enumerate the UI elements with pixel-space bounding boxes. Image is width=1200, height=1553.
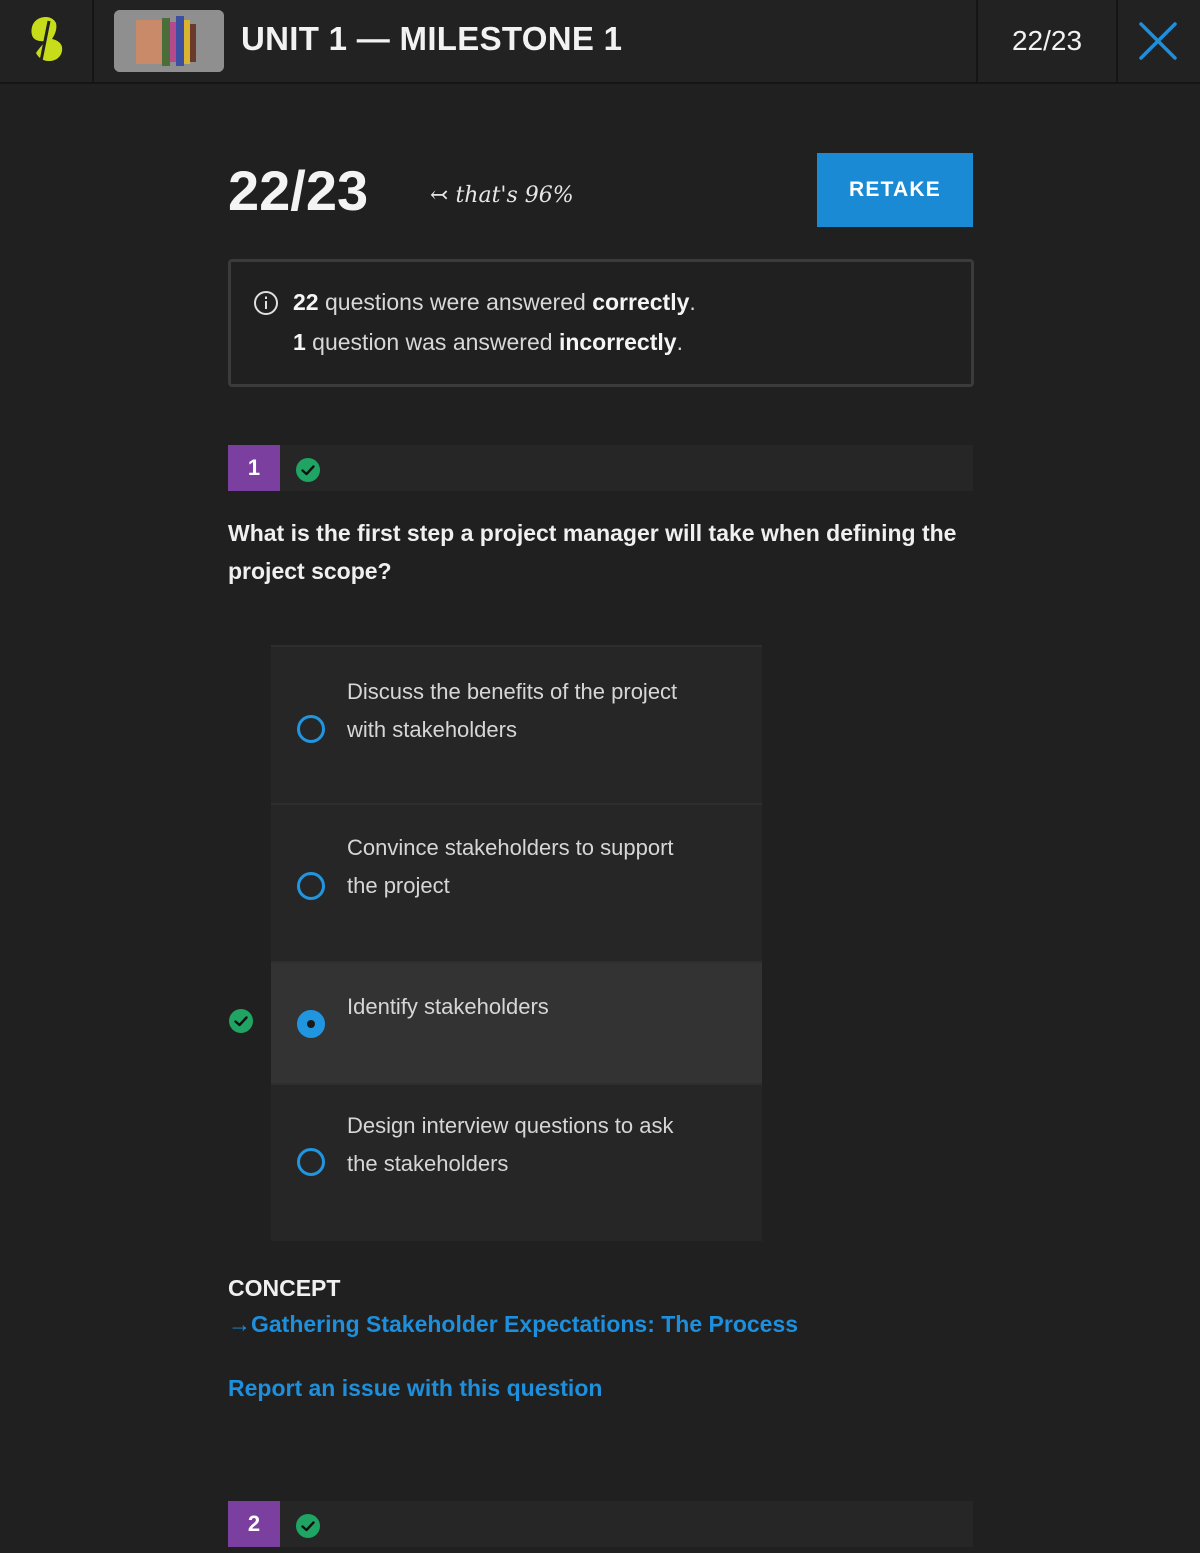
course-thumbnail xyxy=(114,10,224,72)
incorrect-period: . xyxy=(676,329,683,355)
sophia-logo-icon xyxy=(31,17,63,62)
question-number-badge: 1 xyxy=(228,445,280,491)
incorrect-text: question was answered xyxy=(305,329,559,355)
answer-line: Design interview questions to ask xyxy=(347,1113,674,1138)
answer-option[interactable]: Convince stakeholders to support the pro… xyxy=(271,803,762,961)
question-header: 1 xyxy=(228,445,973,491)
correct-check-icon xyxy=(296,458,320,482)
answer-line: Identify stakeholders xyxy=(347,994,549,1019)
answer-option-selected[interactable]: Identify stakeholders xyxy=(271,961,762,1083)
correct-summary: 22 questions were answered correctly. xyxy=(293,289,696,316)
percent-note-text: that's 96% xyxy=(455,183,574,208)
answer-line: Convince stakeholders to support xyxy=(347,835,674,860)
concept-link[interactable]: →Gathering Stakeholder Expectations: The… xyxy=(228,1311,798,1338)
report-issue-link[interactable]: Report an issue with this question xyxy=(228,1375,602,1402)
close-icon xyxy=(1139,22,1177,60)
correct-answer-check-icon xyxy=(229,1009,253,1033)
answer-line: with stakeholders xyxy=(347,717,517,742)
answer-text: Discuss the benefits of the project with… xyxy=(347,673,737,749)
correct-check-icon xyxy=(296,1514,320,1538)
result-summary: 22 questions were answered correctly. 1 … xyxy=(228,259,974,387)
question-text: What is the first step a project manager… xyxy=(228,520,957,584)
radio-button[interactable] xyxy=(297,872,325,900)
page-title: UNIT 1 — MILESTONE 1 xyxy=(241,20,623,57)
percent-note: ↢ that's 96% xyxy=(430,183,574,208)
answer-option[interactable]: Discuss the benefits of the project with… xyxy=(271,645,762,803)
result-score: 22/23 xyxy=(228,159,369,222)
answer-options: Discuss the benefits of the project with… xyxy=(271,645,762,1241)
radio-button-selected[interactable] xyxy=(297,1010,325,1038)
answer-option[interactable]: Design interview questions to ask the st… xyxy=(271,1083,762,1241)
top-bar: UNIT 1 — MILESTONE 1 22/23 xyxy=(0,0,1200,84)
incorrect-word: incorrectly xyxy=(558,329,677,355)
answer-line: the stakeholders xyxy=(347,1151,509,1176)
concept-label: CONCEPT xyxy=(228,1275,341,1301)
info-icon xyxy=(254,291,278,315)
close-button[interactable] xyxy=(1116,0,1200,82)
arrow-right-icon: → xyxy=(228,1311,251,1337)
header-score: 22/23 xyxy=(976,0,1118,82)
concept-link-text[interactable]: Gathering Stakeholder Expectations: The … xyxy=(251,1311,798,1337)
answer-text: Design interview questions to ask the st… xyxy=(347,1107,737,1183)
radio-button[interactable] xyxy=(297,1148,325,1176)
correct-count: 22 xyxy=(293,289,319,315)
question-number-badge: 2 xyxy=(228,1501,280,1547)
correct-text: questions were answered xyxy=(318,289,593,315)
incorrect-count: 1 xyxy=(293,329,306,355)
correct-period: . xyxy=(689,289,696,315)
answer-line: Discuss the benefits of the project xyxy=(347,679,678,704)
question-header: 2 xyxy=(228,1501,973,1547)
incorrect-summary: 1 question was answered incorrectly. xyxy=(293,329,683,356)
retake-button[interactable]: RETAKE xyxy=(817,153,973,227)
answer-text: Identify stakeholders xyxy=(347,988,737,1026)
answer-line: the project xyxy=(347,873,450,898)
radio-button[interactable] xyxy=(297,715,325,743)
back-arrow-icon: ↢ xyxy=(430,183,449,208)
correct-word: correctly xyxy=(592,289,690,315)
answer-text: Convince stakeholders to support the pro… xyxy=(347,829,737,905)
logo[interactable] xyxy=(0,0,94,82)
